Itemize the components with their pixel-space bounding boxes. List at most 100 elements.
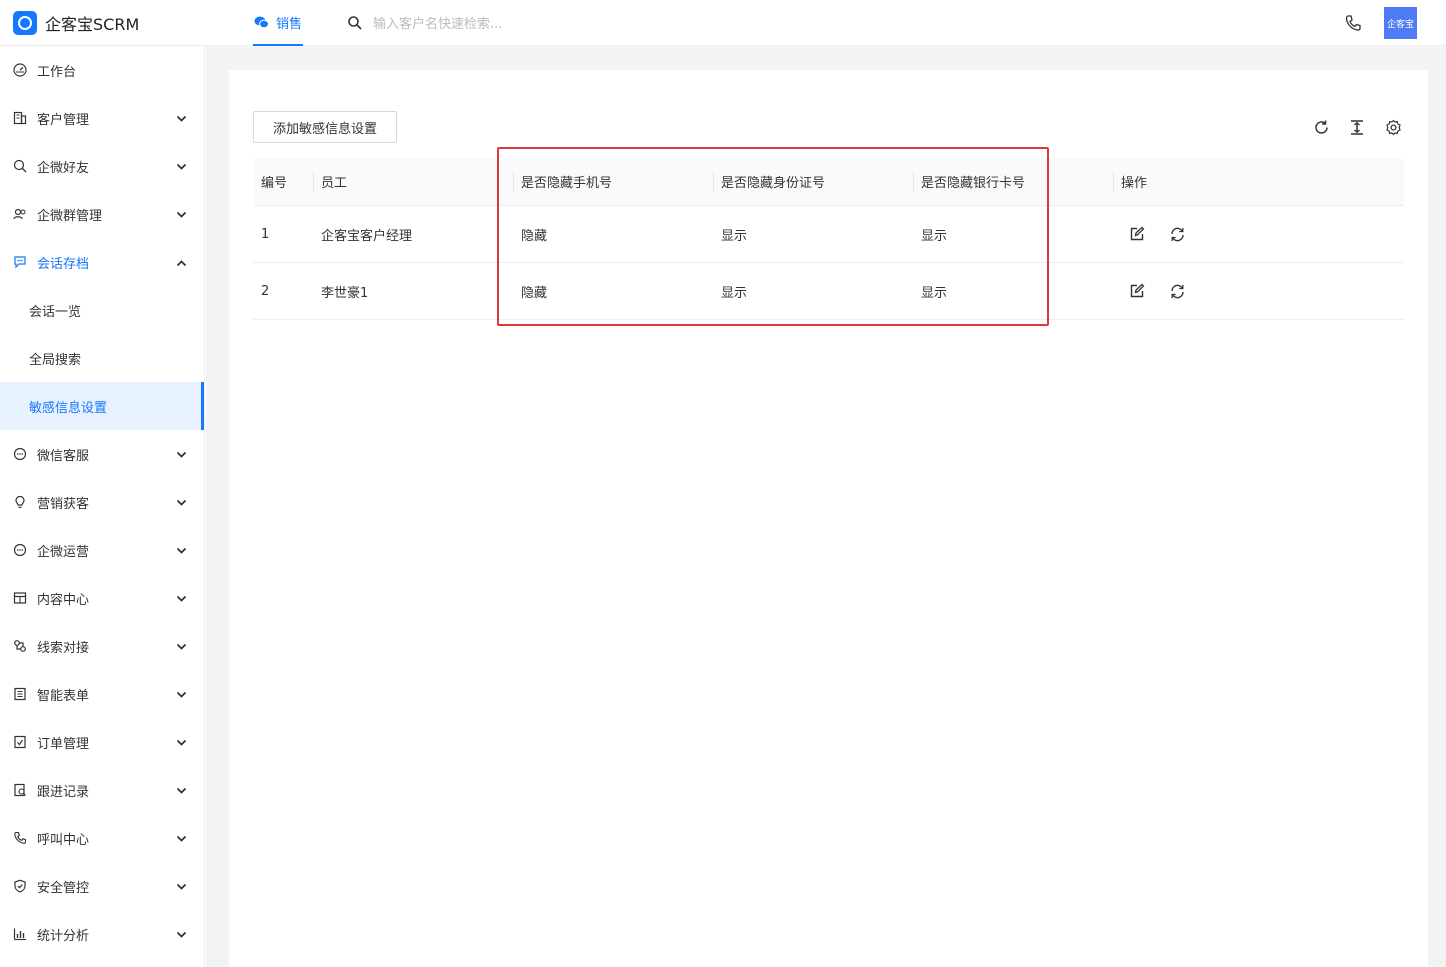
- search-bar[interactable]: 输入客户名快速检索...: [347, 13, 502, 32]
- column-divider: [313, 172, 314, 192]
- edit-icon: [1130, 226, 1145, 241]
- refresh-button[interactable]: [1312, 118, 1330, 136]
- column-divider: [1113, 172, 1114, 192]
- sidebar-item-security[interactable]: 安全管控: [0, 862, 204, 910]
- avatar[interactable]: 企客宝: [1384, 7, 1417, 39]
- phone-button[interactable]: [1344, 14, 1362, 36]
- sidebar-item-label: 企微群管理: [37, 208, 103, 224]
- header-hide-bank: 是否隐藏银行卡号: [921, 176, 1026, 191]
- dashboard-icon: [13, 63, 27, 77]
- sidebar-item-label: 营销获客: [37, 496, 90, 512]
- shield-icon: [13, 879, 27, 893]
- row-index: 2: [261, 283, 270, 299]
- header-hide-id: 是否隐藏身份证号: [721, 176, 826, 191]
- sidebar-item-label: 微信客服: [37, 448, 90, 464]
- logo-icon: [13, 11, 37, 35]
- conversation-icon: [13, 255, 27, 269]
- sidebar-item-follow-up[interactable]: 跟进记录: [0, 766, 204, 814]
- reset-button[interactable]: [1168, 282, 1186, 300]
- sidebar-subitem-chat-overview[interactable]: 会话一览: [0, 286, 204, 334]
- add-sensitive-setting-button[interactable]: 添加敏感信息设置: [253, 111, 397, 143]
- phone-icon: [1345, 15, 1361, 31]
- sidebar-item-leads[interactable]: 线索对接: [0, 622, 204, 670]
- sidebar-item-wecom-groups[interactable]: 企微群管理: [0, 190, 204, 238]
- chevron-down-icon: [176, 448, 187, 463]
- sidebar-item-workbench[interactable]: 工作台: [0, 46, 204, 94]
- gear-icon: [1385, 119, 1401, 135]
- row-employee: 企客宝客户经理: [321, 228, 413, 244]
- sidebar-item-chat-archive[interactable]: 会话存档: [0, 238, 204, 286]
- sidebar-item-orders[interactable]: 订单管理: [0, 718, 204, 766]
- app-title: 企客宝SCRM: [45, 15, 140, 34]
- sidebar-item-label: 线索对接: [37, 640, 90, 656]
- app-logo[interactable]: 企客宝SCRM: [13, 11, 139, 35]
- building-icon: [13, 111, 27, 125]
- sidebar-item-label: 工作台: [37, 64, 77, 80]
- top-bar: 企客宝SCRM 销售 输入客户名快速检索... 企客宝: [0, 0, 1446, 46]
- column-height-icon: [1351, 119, 1363, 135]
- chevron-down-icon: [176, 688, 187, 703]
- sidebar-item-label: 智能表单: [37, 688, 90, 704]
- sidebar-item-label: 统计分析: [37, 928, 90, 944]
- sidebar-item-label: 企微运营: [37, 544, 90, 560]
- chevron-down-icon: [176, 496, 187, 511]
- chevron-down-icon: [176, 928, 187, 943]
- table-settings-button[interactable]: [1384, 118, 1402, 136]
- search-icon: [348, 15, 362, 30]
- bar-chart-icon: [13, 927, 27, 941]
- sidebar-subitem-global-search[interactable]: 全局搜索: [0, 334, 204, 382]
- sidebar-item-label: 会话存档: [37, 256, 90, 272]
- sensitive-settings-table: 编号 员工 是否隐藏手机号 是否隐藏身份证号 是否隐藏银行卡号 操作 1 企客宝…: [253, 158, 1404, 320]
- sidebar-item-label: 跟进记录: [37, 784, 90, 800]
- sync-icon: [1170, 227, 1184, 241]
- sidebar-item-wechat-service[interactable]: 微信客服: [0, 430, 204, 478]
- bulb-icon: [13, 495, 27, 509]
- chevron-up-icon: [176, 256, 187, 271]
- row-hide-id: 显示: [721, 285, 748, 301]
- row-employee: 李世豪1: [321, 285, 369, 301]
- chevron-down-icon: [176, 544, 187, 559]
- sidebar-item-label: 呼叫中心: [37, 832, 90, 848]
- sidebar-item-analytics[interactable]: 统计分析: [0, 910, 204, 958]
- table-row: 1 企客宝客户经理 隐藏 显示 显示: [253, 206, 1404, 263]
- chevron-down-icon: [176, 784, 187, 799]
- chevron-down-icon: [176, 736, 187, 751]
- sidebar-item-customers[interactable]: 客户管理: [0, 94, 204, 142]
- sync-icon: [1170, 284, 1184, 298]
- form-icon: [13, 687, 27, 701]
- chat-search-icon: [13, 159, 27, 173]
- chevron-down-icon: [176, 112, 187, 127]
- chevron-down-icon: [176, 832, 187, 847]
- phone-icon: [13, 831, 27, 845]
- header-actions: 操作: [1121, 176, 1148, 191]
- row-index: 1: [261, 226, 270, 242]
- sidebar-item-content-center[interactable]: 内容中心: [0, 574, 204, 622]
- column-divider: [513, 172, 514, 192]
- edit-button[interactable]: [1128, 282, 1146, 300]
- chevron-down-icon: [176, 592, 187, 607]
- edit-icon: [1130, 283, 1145, 298]
- table-header: 编号 员工 是否隐藏手机号 是否隐藏身份证号 是否隐藏银行卡号 操作: [253, 158, 1404, 206]
- sidebar-item-wecom-friends[interactable]: 企微好友: [0, 142, 204, 190]
- header-index: 编号: [261, 176, 288, 191]
- sidebar-item-marketing[interactable]: 营销获客: [0, 478, 204, 526]
- row-density-button[interactable]: [1348, 118, 1366, 136]
- row-hide-bank: 显示: [921, 228, 948, 244]
- reset-button[interactable]: [1168, 225, 1186, 243]
- row-hide-bank: 显示: [921, 285, 948, 301]
- edit-button[interactable]: [1128, 225, 1146, 243]
- sidebar-subitem-sensitive-settings[interactable]: 敏感信息设置: [0, 382, 204, 430]
- link-icon: [13, 639, 27, 653]
- search-input[interactable]: 输入客户名快速检索...: [373, 13, 502, 32]
- sidebar-item-label: 安全管控: [37, 880, 90, 896]
- refresh-icon: [1314, 120, 1328, 134]
- chevron-down-icon: [176, 640, 187, 655]
- sidebar-item-smart-forms[interactable]: 智能表单: [0, 670, 204, 718]
- row-hide-phone: 隐藏: [521, 285, 548, 301]
- sidebar-item-wecom-ops[interactable]: 企微运营: [0, 526, 204, 574]
- tab-sales[interactable]: 销售: [253, 0, 304, 46]
- sidebar-item-call-center[interactable]: 呼叫中心: [0, 814, 204, 862]
- chevron-down-icon: [176, 880, 187, 895]
- group-icon: [13, 207, 27, 221]
- chevron-down-icon: [176, 160, 187, 175]
